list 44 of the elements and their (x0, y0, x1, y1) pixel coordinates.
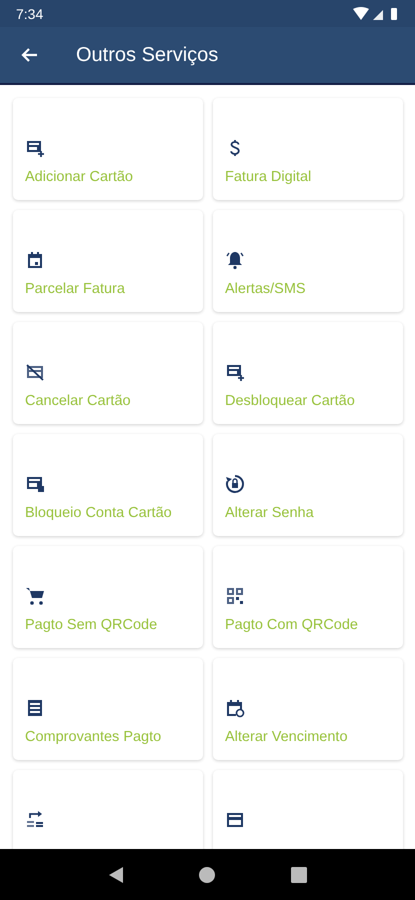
service-label: Parcelar Fatura (25, 281, 125, 297)
service-label: Fatura Digital (225, 169, 312, 185)
service-card[interactable]: Fatura Digital (213, 98, 403, 200)
service-card[interactable]: Adicionar Cartão (13, 98, 203, 200)
service-card[interactable]: Pagto Com QRCode (213, 546, 403, 648)
service-card[interactable]: Alertas/SMS (213, 210, 403, 312)
transfer-icon (25, 810, 45, 830)
card-plus-icon (225, 362, 245, 382)
service-card[interactable]: Bloqueio Conta Cartão (13, 434, 203, 536)
service-label: Alterar Vencimento (225, 729, 348, 745)
service-card[interactable]: Alterar Vencimento (213, 658, 403, 760)
service-label: Bloqueio Conta Cartão (25, 505, 172, 521)
back-icon[interactable] (20, 47, 38, 63)
service-label: Adicionar Cartão (25, 169, 133, 185)
status-icons (353, 6, 399, 20)
back-nav-icon[interactable] (108, 866, 124, 884)
service-label: Cancelar Cartão (25, 393, 131, 409)
card-plus-icon (25, 138, 45, 158)
service-card[interactable]: Cancelar Cartão (13, 322, 203, 424)
cart-icon (25, 586, 45, 606)
calendar-icon (25, 250, 45, 270)
service-card[interactable]: Alterar Senha (213, 434, 403, 536)
service-card[interactable]: Pagto Sem QRCode (13, 546, 203, 648)
card-off-icon (25, 362, 45, 382)
lock-reset-icon (225, 474, 245, 494)
card-lock-icon (25, 474, 45, 494)
service-label: Desbloquear Cartão (225, 393, 355, 409)
service-label: Alterar Senha (225, 505, 314, 521)
service-card[interactable]: Desbloquear Cartão (213, 322, 403, 424)
service-label: Comprovantes Pagto (25, 729, 162, 745)
service-label: Pagto Sem QRCode (25, 617, 158, 633)
qr-code-icon (225, 586, 245, 606)
service-label: Pagto Com QRCode (225, 617, 358, 633)
service-label: Alertas/SMS (225, 281, 306, 297)
service-card[interactable]: Parcelar Fatura (13, 210, 203, 312)
calendar-clock-icon (225, 698, 245, 718)
screen-title: Outros Serviços (76, 44, 218, 66)
bell-icon (225, 250, 245, 270)
home-nav-icon[interactable] (199, 866, 216, 882)
credit-card-icon (225, 810, 245, 830)
status-time: 7:34 (16, 6, 44, 22)
list-icon (25, 698, 45, 718)
recents-nav-icon[interactable] (291, 866, 308, 882)
service-card[interactable]: Comprovantes Pagto (13, 658, 203, 760)
